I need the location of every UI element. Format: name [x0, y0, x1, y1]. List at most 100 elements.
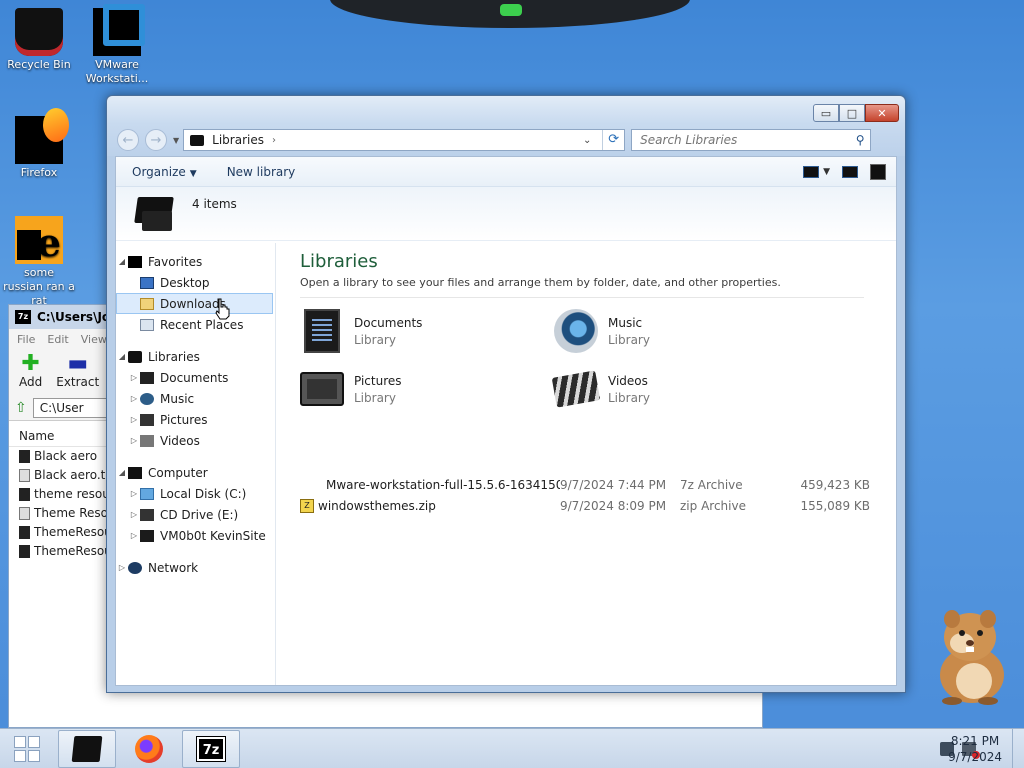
up-folder-icon[interactable]: ⇧	[15, 400, 27, 416]
menu-file[interactable]: File	[17, 333, 35, 346]
nav-documents[interactable]: ▷ Documents	[116, 367, 275, 388]
nav-music[interactable]: ▷ Music	[116, 388, 275, 409]
nav-network-share[interactable]: ▷ VM0b0t KevinSite	[116, 525, 275, 546]
nav-recent-places[interactable]: Recent Places	[116, 314, 275, 335]
search-input[interactable]	[640, 133, 851, 147]
forward-button[interactable]: →	[145, 129, 167, 151]
search-box[interactable]: ⚲	[631, 129, 872, 151]
file-row[interactable]: Mware-workstation-full-15.5.6-1634150...…	[300, 474, 874, 495]
windows-logo-icon	[14, 735, 40, 762]
videos-icon	[140, 434, 154, 447]
file-date: 9/7/2024 8:09 PM	[560, 498, 667, 513]
file-icon	[19, 545, 30, 558]
expand-icon[interactable]: ◢	[116, 468, 128, 477]
item-count: 4 items	[192, 197, 237, 211]
desktop-icon-label: VMware Workstati...	[85, 58, 149, 85]
nav-network[interactable]: ▷ Network	[116, 557, 275, 578]
nav-label: Libraries	[148, 349, 200, 364]
help-icon[interactable]	[870, 164, 886, 180]
nav-cd-drive[interactable]: ▷ CD Drive (E:)	[116, 504, 275, 525]
nav-libraries[interactable]: ◢ Libraries	[116, 346, 275, 367]
file-size: 155,089 KB	[800, 498, 870, 513]
library-name: Pictures	[354, 373, 402, 388]
library-type: Library	[608, 390, 650, 405]
desktop-icon-vmware[interactable]: VMware Workstati...	[78, 4, 156, 86]
nav-label: Recent Places	[160, 317, 244, 332]
back-arrow-icon: ←	[122, 132, 134, 148]
recent-pages-dropdown[interactable]: ▼	[173, 136, 179, 145]
nav-favorites[interactable]: ◢ Favorites	[116, 251, 275, 272]
documents-library-icon	[304, 309, 340, 353]
nav-desktop[interactable]: Desktop	[116, 272, 275, 293]
expand-icon[interactable]: ◢	[116, 352, 128, 361]
maximize-button[interactable]: □	[839, 104, 865, 122]
extract-button[interactable]: ▬ Extract	[56, 351, 99, 390]
close-button[interactable]: ✕	[865, 104, 899, 122]
nav-videos[interactable]: ▷ Videos	[116, 430, 275, 451]
show-desktop-button[interactable]	[1012, 729, 1024, 768]
organize-button[interactable]: Organize ▼	[132, 165, 197, 179]
collapse-arrow-icon[interactable]: ▷	[128, 510, 140, 519]
explorer-titlebar[interactable]: ▭ □ ✕	[107, 96, 905, 124]
7zip-path-field[interactable]: C:\User	[32, 397, 113, 418]
preview-pane-icon[interactable]	[842, 166, 858, 178]
breadcrumb-libraries[interactable]: Libraries	[212, 133, 264, 147]
file-icon	[19, 469, 30, 482]
new-library-button[interactable]: New library	[227, 165, 296, 179]
library-documents[interactable]: Documents Library	[300, 308, 554, 354]
refresh-button[interactable]: ⟳	[602, 130, 624, 150]
expand-icon[interactable]: ◢	[116, 257, 128, 266]
nav-label: Music	[160, 391, 195, 406]
downloads-folder-icon	[140, 297, 154, 310]
nav-downloads[interactable]: Downloads	[116, 293, 273, 314]
gadget-indicator	[500, 4, 522, 16]
taskbar-7zip[interactable]: 7z	[182, 729, 240, 768]
collapse-arrow-icon[interactable]: ▷	[128, 531, 140, 540]
collapse-arrow-icon[interactable]: ▷	[128, 436, 140, 445]
collapse-arrow-icon[interactable]: ▷	[116, 563, 128, 572]
desktop-icon-recycle-bin[interactable]: Recycle Bin	[0, 8, 78, 72]
address-bar[interactable]: Libraries › ⌄ ⟳	[183, 129, 626, 151]
collapse-arrow-icon[interactable]: ▷	[128, 489, 140, 498]
collapse-arrow-icon[interactable]: ▷	[128, 415, 140, 424]
desktop-folder-icon	[140, 276, 154, 289]
desktop-icon-russian-rat[interactable]: some russian ran a rat	[0, 216, 78, 308]
nav-pictures[interactable]: ▷ Pictures	[116, 409, 275, 430]
nav-local-disk[interactable]: ▷ Local Disk (C:)	[116, 483, 275, 504]
clock[interactable]: 8:21 PM 9/7/2024	[948, 733, 1002, 765]
search-icon[interactable]: ⚲	[850, 133, 870, 147]
explorer-window[interactable]: ▭ □ ✕ ← → ▼ Libraries › ⌄ ⟳ ⚲ Organize▼ …	[106, 95, 906, 693]
library-pictures[interactable]: Pictures Library	[300, 366, 554, 412]
window-controls: ▭ □ ✕	[813, 104, 899, 122]
close-icon: ✕	[877, 106, 887, 120]
pictures-icon	[140, 413, 154, 426]
menu-edit[interactable]: Edit	[47, 333, 68, 346]
music-speaker-icon	[554, 309, 598, 353]
back-button[interactable]: ←	[117, 129, 139, 151]
taskbar-firefox[interactable]	[120, 730, 178, 768]
menu-view[interactable]: View	[81, 333, 107, 346]
file-row[interactable]: Zwindowsthemes.zip 9/7/2024 8:09 PM zip …	[300, 495, 874, 516]
address-dropdown-icon[interactable]: ⌄	[580, 135, 594, 146]
collapse-arrow-icon[interactable]: ▷	[128, 394, 140, 403]
file-name: ThemeResour	[34, 525, 117, 539]
nav-label: Videos	[160, 433, 200, 448]
view-options-dropdown-icon[interactable]: ▼	[823, 167, 830, 177]
nav-computer[interactable]: ◢ Computer	[116, 462, 275, 483]
minus-icon: ▬	[67, 351, 89, 376]
nav-label: Favorites	[148, 254, 203, 269]
breadcrumb-chevron-icon[interactable]: ›	[272, 135, 276, 146]
hard-disk-icon	[140, 487, 154, 500]
minimize-button[interactable]: ▭	[813, 104, 839, 122]
change-view-icon[interactable]	[803, 166, 820, 178]
hamster-desktop-pet[interactable]	[922, 605, 1012, 705]
start-button[interactable]	[0, 729, 54, 768]
vmware-icon	[93, 4, 145, 56]
desktop-icon-firefox[interactable]: Firefox	[0, 108, 78, 180]
library-videos[interactable]: Videos Library	[551, 366, 808, 412]
collapse-arrow-icon[interactable]: ▷	[128, 373, 140, 382]
file-name: Theme Resou	[34, 506, 116, 520]
library-music[interactable]: Music Library	[554, 308, 808, 354]
add-button[interactable]: ✚ Add	[19, 353, 42, 390]
taskbar-explorer[interactable]	[58, 729, 116, 768]
